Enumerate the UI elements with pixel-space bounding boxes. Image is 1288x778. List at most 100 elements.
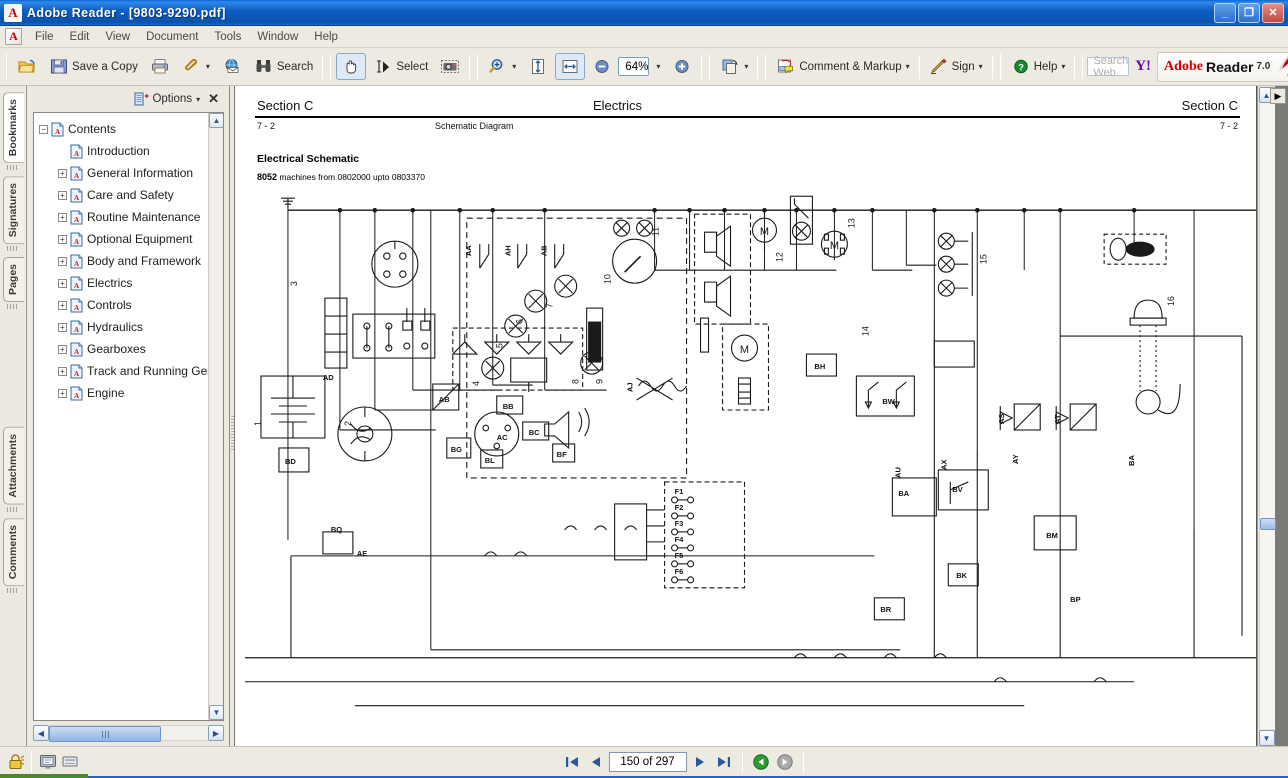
sidebar-tab-attachments[interactable]: Attachments (2, 427, 24, 506)
sign-caret-icon[interactable]: ▾ (979, 62, 983, 71)
menu-edit[interactable]: Edit (62, 29, 98, 45)
bookmark-item-body-and-framework[interactable]: + A Body and Framework (39, 250, 223, 272)
zoom-out-button[interactable] (587, 53, 617, 80)
sign-button[interactable]: Sign ▾ (924, 53, 988, 80)
expander-plus-icon[interactable]: + (58, 300, 67, 310)
toolbar-grip-6[interactable] (999, 53, 1001, 80)
previous-view-button[interactable] (750, 752, 772, 772)
menu-view[interactable]: View (97, 29, 138, 45)
menu-document[interactable]: Document (138, 29, 206, 45)
toolbar-grip[interactable] (6, 53, 7, 80)
search-web-input[interactable]: Search Web (1087, 55, 1130, 79)
scroll-up-icon[interactable]: ▲ (209, 113, 223, 128)
scroll-left-icon[interactable]: ◀ (33, 725, 49, 741)
toolbar-grip-3[interactable] (477, 53, 479, 80)
sidebar-tab-comments[interactable]: Comments (2, 518, 24, 587)
expander-plus-icon[interactable]: + (58, 256, 67, 266)
maximize-button[interactable]: ❐ (1238, 2, 1260, 23)
zoom-in-button[interactable] (667, 53, 697, 80)
page-number-input[interactable]: 150 of 297 (608, 751, 687, 772)
bookmarks-tree[interactable]: − A Contents A Introduction + A General … (33, 112, 224, 721)
sidebar-tab-pages[interactable]: Pages (2, 257, 24, 303)
help-caret-icon[interactable]: ▾ (1061, 62, 1065, 71)
menu-window[interactable]: Window (249, 29, 306, 45)
document-scroll-thumb[interactable] (1259, 518, 1276, 530)
bookmark-item-controls[interactable]: + A Controls (39, 294, 223, 316)
expander-plus-icon[interactable]: + (58, 388, 67, 398)
rotate-view-button[interactable]: ▾ (715, 53, 753, 80)
document-scroll-track[interactable] (1258, 103, 1276, 729)
bookmarks-horizontal-scrollbar[interactable]: ◀ ▶ (33, 723, 224, 743)
toolbar-grip-2[interactable] (330, 53, 332, 80)
single-page-view-button[interactable] (37, 752, 59, 772)
zoom-in-tool-button[interactable]: ▾ (483, 53, 521, 80)
next-view-button[interactable] (774, 752, 796, 772)
bookmarks-close-button[interactable]: ✕ (206, 91, 221, 107)
scroll-down-icon[interactable]: ▼ (1258, 730, 1275, 746)
expander-plus-icon[interactable]: + (58, 234, 67, 244)
select-tool-button[interactable]: Select (368, 53, 433, 80)
expander-plus-icon[interactable]: + (58, 190, 67, 200)
close-button[interactable]: ✕ (1262, 2, 1284, 23)
previous-page-button[interactable] (585, 752, 607, 772)
expand-toolbar-arrow-icon[interactable]: ▶ (1270, 88, 1286, 104)
menu-file[interactable]: File (27, 29, 62, 45)
bookmarks-options-button[interactable]: Options ▾ (134, 92, 200, 106)
expander-plus-icon[interactable]: + (58, 278, 67, 288)
yahoo-search-button[interactable]: Y! (1129, 58, 1157, 75)
menu-tools[interactable]: Tools (207, 29, 250, 45)
continuous-page-view-button[interactable] (59, 752, 81, 772)
next-page-button[interactable] (689, 752, 711, 772)
scroll-down-icon[interactable]: ▼ (209, 705, 223, 720)
bookmark-item-optional-equipment[interactable]: + A Optional Equipment (39, 228, 223, 250)
zoom-tool-caret-icon[interactable]: ▾ (512, 62, 516, 71)
bookmark-item-introduction[interactable]: A Introduction (39, 140, 223, 162)
toolbar-grip-5[interactable] (765, 53, 767, 80)
search-button[interactable]: Search (249, 53, 318, 80)
fit-height-button[interactable] (523, 53, 553, 80)
sidebar-tab-signatures[interactable]: Signatures (2, 176, 24, 245)
bookmarks-vertical-scrollbar[interactable]: ▲ ▼ (208, 113, 223, 720)
bookmark-item-routine-maintenance[interactable]: + A Routine Maintenance (39, 206, 223, 228)
save-a-copy-button[interactable]: Save a Copy (44, 53, 143, 80)
hand-tool-button[interactable] (336, 53, 367, 80)
print-button[interactable] (145, 53, 175, 80)
open-file-button[interactable] (12, 53, 42, 80)
bookmark-item-engine[interactable]: + A Engine (39, 382, 223, 404)
security-lock-icon[interactable] (4, 751, 26, 773)
fit-width-button[interactable] (555, 53, 586, 80)
hscroll-thumb[interactable] (49, 726, 161, 742)
bookmark-item-electrics[interactable]: + A Electrics (39, 272, 223, 294)
minimize-button[interactable]: _ (1214, 2, 1236, 23)
toolbar-grip-7[interactable] (1082, 53, 1084, 80)
zoom-level-caret-icon[interactable]: ▾ (650, 62, 666, 71)
email-button[interactable] (217, 53, 247, 80)
document-view[interactable]: Section C Electrics Section C 7 - 2 Sche… (235, 86, 1288, 746)
bookmark-item-hydraulics[interactable]: + A Hydraulics (39, 316, 223, 338)
attach-caret-icon[interactable]: ▾ (206, 62, 210, 71)
last-page-button[interactable] (713, 752, 735, 772)
first-page-button[interactable] (561, 752, 583, 772)
rotate-caret-icon[interactable]: ▾ (744, 62, 748, 71)
comment-markup-button[interactable]: Comment & Markup ▾ (771, 53, 914, 80)
expander-plus-icon[interactable]: + (58, 212, 67, 222)
bookmark-item-care-and-safety[interactable]: + A Care and Safety (39, 184, 223, 206)
snapshot-tool-button[interactable] (435, 53, 465, 80)
bookmarks-options-caret-icon[interactable]: ▾ (196, 95, 200, 104)
document-vertical-scrollbar[interactable]: ▲ ▼ (1257, 86, 1276, 746)
pdf-page[interactable]: Section C Electrics Section C 7 - 2 Sche… (235, 86, 1257, 746)
bookmark-item-gearboxes[interactable]: + A Gearboxes (39, 338, 223, 360)
sidebar-tab-bookmarks[interactable]: Bookmarks (2, 92, 24, 164)
bookmark-item-contents[interactable]: − A Contents (39, 118, 223, 140)
help-button[interactable]: ? Help ▾ (1006, 53, 1071, 80)
expander-plus-icon[interactable]: + (58, 344, 67, 354)
expander-minus-icon[interactable]: − (39, 124, 48, 134)
hscroll-track[interactable] (49, 725, 208, 742)
menu-help[interactable]: Help (306, 29, 346, 45)
expander-plus-icon[interactable]: + (58, 322, 67, 332)
expander-plus-icon[interactable]: + (58, 168, 67, 178)
expander-plus-icon[interactable]: + (58, 366, 67, 376)
attach-file-button[interactable]: ▾ (177, 53, 215, 80)
bookmark-item-track-and-running-gear[interactable]: + A Track and Running Gear (39, 360, 223, 382)
scroll-right-icon[interactable]: ▶ (208, 725, 224, 741)
